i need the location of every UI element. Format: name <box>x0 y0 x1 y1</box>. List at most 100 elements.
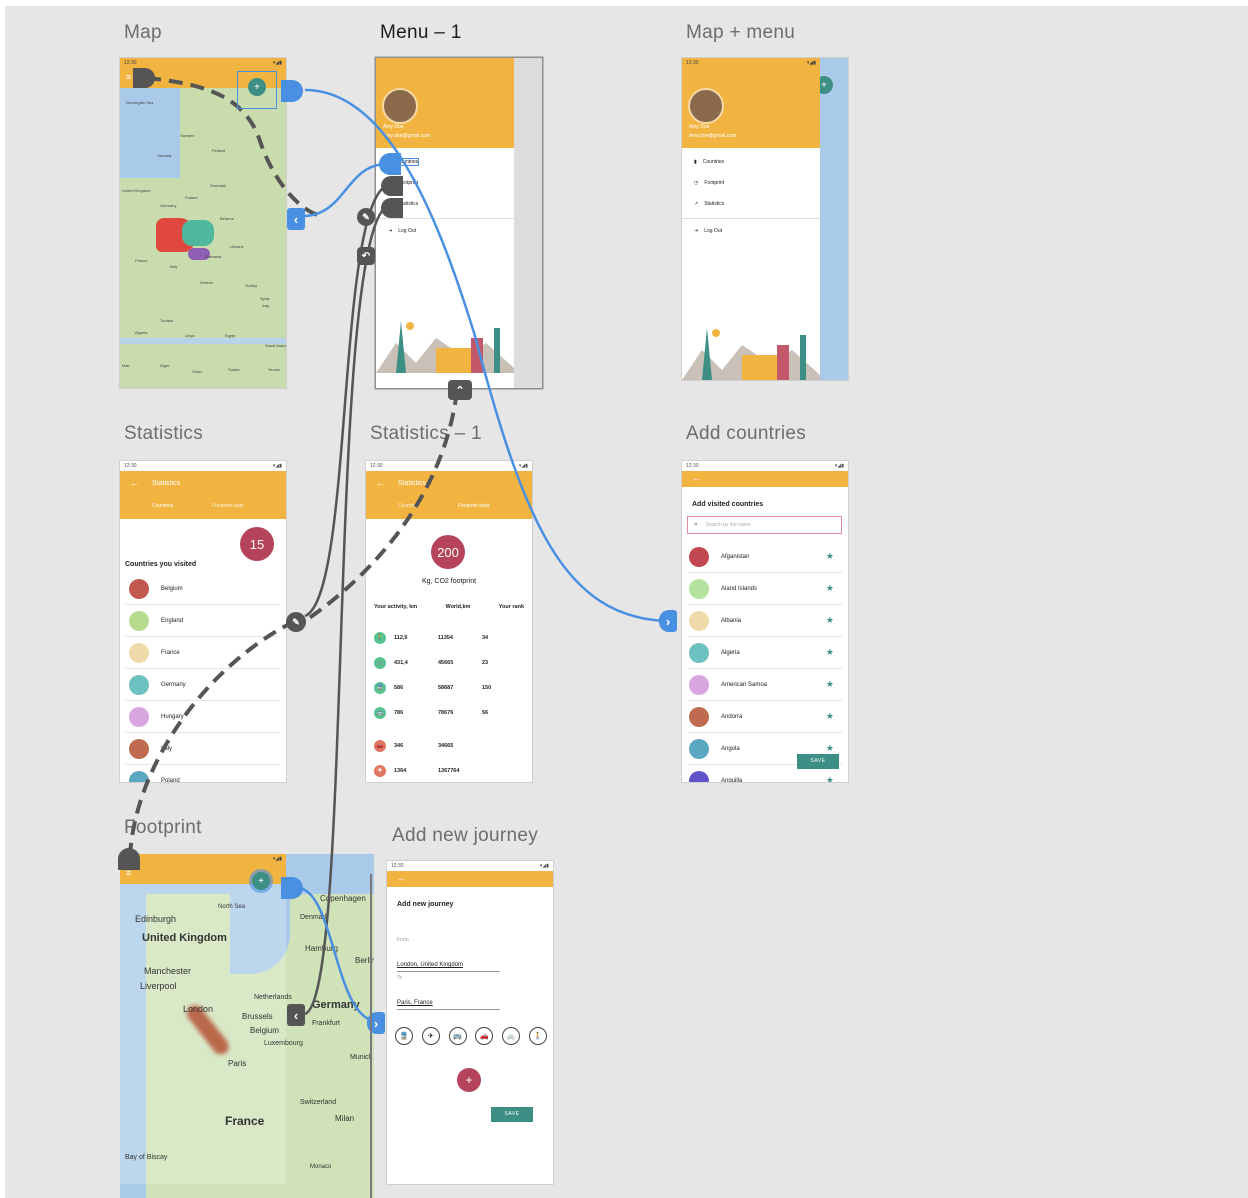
bike-icon[interactable]: 🚲 <box>502 1027 521 1045</box>
chevron-left-icon[interactable]: ‹ <box>287 208 305 230</box>
artboard-add-journey[interactable]: 12:30 ▾◢▮ ← Add new journey From London, … <box>387 861 553 1184</box>
menu-item-label: Countries <box>702 159 725 165</box>
bus-icon[interactable]: 🚌 <box>448 1027 467 1045</box>
artboard-add-countries[interactable]: 12:30 ▾◢▮ ← Add visited countries ⌕ Searc… <box>682 461 848 782</box>
edit-icon[interactable]: ✎ <box>286 612 306 632</box>
chevron-right-icon[interactable]: › <box>659 610 677 632</box>
country-color-dot <box>689 578 709 599</box>
list-item[interactable]: Albania ★ <box>687 605 842 637</box>
tab-countries[interactable]: Countries <box>398 503 419 509</box>
link-handle[interactable] <box>281 80 303 102</box>
save-button[interactable]: SAVE <box>491 1107 533 1122</box>
table-row: 🚗 346 34665 <box>374 725 524 758</box>
star-icon[interactable]: ★ <box>826 775 834 782</box>
menu-item-countries[interactable]: ▮ Countries <box>694 159 724 165</box>
star-icon[interactable]: ★ <box>826 743 834 754</box>
list-item[interactable]: Belgium <box>125 573 281 605</box>
add-leg-button[interactable]: + <box>457 1068 481 1092</box>
hamburger-icon[interactable]: ≡ <box>126 72 131 82</box>
map-label: Sudan <box>228 367 240 372</box>
walk-icon: 🚶 <box>374 631 386 644</box>
list-item[interactable]: England <box>125 605 281 637</box>
star-icon[interactable]: ★ <box>826 615 834 626</box>
list-item[interactable]: Poland <box>125 765 281 782</box>
list-item[interactable]: Aland Islands ★ <box>687 573 842 605</box>
map-label: Iraq <box>262 303 269 308</box>
menu-item-statistics[interactable]: ↗ Statistics <box>694 201 724 207</box>
to-field[interactable]: Paris, France <box>397 991 500 1010</box>
menu-item-logout[interactable]: ⇥ Log Out <box>388 228 416 234</box>
artboard-map-menu[interactable]: + 12:30 ▾◢▮ Amy Doe Amy.doe@gmail.com ▮ Co… <box>682 58 848 380</box>
artboard-statistics1[interactable]: 12:30 ▾◢▮ ← Statistics Countries Footprin… <box>366 461 532 782</box>
artboard-label-add-journey[interactable]: Add new journey <box>392 825 538 847</box>
chevron-up-icon[interactable]: ⌃ <box>448 380 472 400</box>
star-icon[interactable]: ★ <box>826 583 834 594</box>
artboard-label-menu1[interactable]: Menu – 1 <box>380 22 462 44</box>
star-icon[interactable]: ★ <box>826 551 834 562</box>
tab-countries[interactable]: Countries <box>152 503 173 509</box>
stats-table: 🚶 112,6 11354 34 🚲 431,4 45665 23 🚆 586 58687 150 🚌 7… <box>374 625 524 782</box>
search-icon: ⌕ <box>694 521 698 528</box>
tab-footprint-stats[interactable]: Footprint stats <box>458 503 490 509</box>
list-item[interactable]: American Samoa ★ <box>687 669 842 701</box>
star-icon[interactable]: ★ <box>826 679 834 690</box>
train-icon[interactable]: 🚆 <box>395 1027 413 1045</box>
country-list: Afganistan ★ Aland Islands ★ Albania ★ Algeria… <box>687 541 842 782</box>
artboard-footprint[interactable]: North Sea Copenhagen Denmark Edinburgh Unite… <box>120 854 374 1198</box>
artboard-label-add-countries[interactable]: Add countries <box>686 423 806 445</box>
list-item[interactable]: Afganistan ★ <box>687 541 842 573</box>
back-icon[interactable]: ↶ <box>357 247 375 265</box>
plane-icon[interactable]: ✈ <box>421 1027 440 1045</box>
list-item[interactable]: Germany <box>125 669 281 701</box>
map-view[interactable]: North Sea Copenhagen Denmark Edinburgh Unite… <box>120 854 374 1198</box>
link-handle[interactable] <box>379 153 401 175</box>
artboard-statistics[interactable]: 12:30 ▾◢▮ ← Statistics Countries Footprin… <box>120 461 286 782</box>
star-icon[interactable]: ★ <box>826 647 834 658</box>
chevron-left-icon[interactable]: ‹ <box>287 1004 305 1026</box>
artboard-label-statistics1[interactable]: Statistics – 1 <box>370 423 482 445</box>
map-label: Germany <box>160 203 177 208</box>
nav-drawer: Amy Doe Amy.doe@gmail.com ▮Countries ◷Fo… <box>376 58 514 388</box>
add-fab[interactable]: + <box>248 78 266 96</box>
menu-item-footprint[interactable]: ◷ Footprint <box>694 180 724 186</box>
save-button[interactable]: SAVE <box>797 754 839 769</box>
link-handle[interactable] <box>381 176 403 196</box>
back-arrow-icon[interactable]: ← <box>130 478 139 488</box>
back-arrow-icon[interactable]: ← <box>376 478 385 488</box>
tab-footprint-stats[interactable]: Footprint stats <box>212 503 244 509</box>
flow-start-flag[interactable] <box>118 848 140 870</box>
country-color-dot <box>129 642 149 663</box>
prototype-canvas[interactable]: Map Menu – 1 Map + menu Statistics Stati… <box>5 6 1248 1198</box>
star-icon[interactable]: ★ <box>826 711 834 722</box>
visited-region-poland[interactable] <box>182 220 214 246</box>
list-item[interactable]: Italy <box>125 733 281 765</box>
column-header: Your activity, km <box>374 604 418 610</box>
add-journey-fab[interactable]: + <box>252 872 270 890</box>
list-item[interactable]: France <box>125 637 281 669</box>
artboard-label-footprint[interactable]: Footprint <box>124 817 202 839</box>
artboard-label-statistics[interactable]: Statistics <box>124 423 203 445</box>
list-item[interactable]: Algeria ★ <box>687 637 842 669</box>
divider <box>376 218 514 219</box>
country-name: Albania <box>721 617 742 624</box>
map-label: United Kingdom <box>122 188 151 193</box>
map-view[interactable]: Norwegian Sea Sweden Finland Norway Denmark U… <box>120 88 286 388</box>
artboard-label-map[interactable]: Map <box>124 22 162 44</box>
menu-item-logout[interactable]: ⇥ Log Out <box>694 228 722 234</box>
list-item[interactable]: Andorra ★ <box>687 701 842 733</box>
search-input[interactable]: ⌕ Search by the name <box>687 516 842 534</box>
map-label: Romania <box>205 254 222 259</box>
car-icon[interactable]: 🚗 <box>475 1027 494 1045</box>
artboard-label-map-menu[interactable]: Map + menu <box>686 22 795 44</box>
walk-icon[interactable]: 🚶 <box>528 1027 547 1045</box>
map-label: Belarus <box>220 216 234 221</box>
list-item[interactable]: Hungary <box>125 701 281 733</box>
flow-start-flag[interactable] <box>133 68 155 88</box>
back-arrow-icon[interactable]: ← <box>692 473 701 483</box>
artboard-menu1[interactable]: Amy Doe Amy.doe@gmail.com ▮Countries ◷Fo… <box>376 58 542 388</box>
edit-icon[interactable]: ✎ <box>357 208 375 226</box>
back-arrow-icon[interactable]: ← <box>397 873 406 883</box>
from-field[interactable]: London, United Kingdom <box>397 953 500 972</box>
link-handle[interactable] <box>381 198 403 218</box>
link-handle[interactable] <box>281 877 303 899</box>
